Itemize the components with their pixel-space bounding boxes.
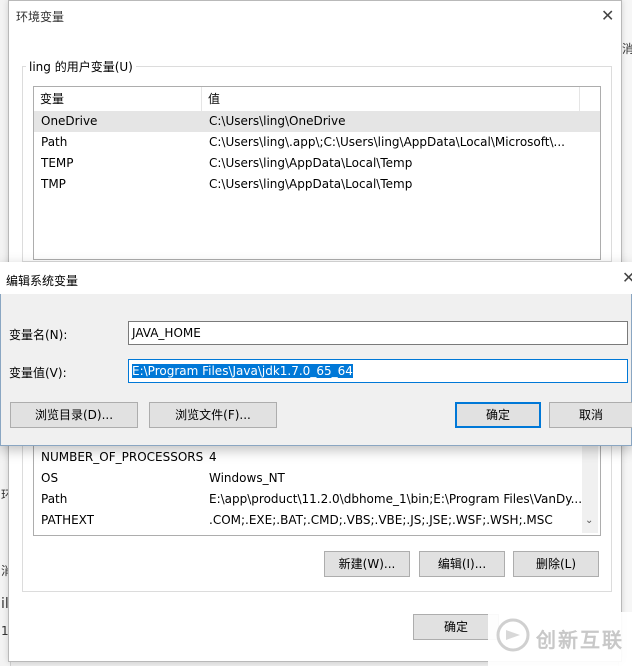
variable-name: OneDrive — [41, 114, 98, 128]
variable-value: C:\Users\ling\AppData\Local\Temp — [209, 177, 413, 191]
column-header-name[interactable]: 变量 — [34, 87, 202, 111]
edit-button[interactable]: 编辑(I)... — [419, 551, 505, 577]
variable-name: TMP — [41, 177, 66, 191]
list-item[interactable]: Path C:\Users\ling\.app\;C:\Users\ling\A… — [34, 132, 600, 153]
variable-name: TEMP — [41, 156, 74, 170]
list-header: 变量 值 — [34, 87, 600, 112]
variable-name: NUMBER_OF_PROCESSORS — [41, 450, 204, 464]
variable-name: Path — [41, 492, 68, 506]
list-item[interactable]: OS Windows_NT — [34, 468, 600, 489]
list-item[interactable]: OneDrive C:\Users\ling\OneDrive — [34, 111, 600, 132]
variable-value: E:\app\product\11.2.0\dbhome_1\bin;E:\Pr… — [209, 492, 581, 506]
variable-value: C:\Users\ling\.app\;C:\Users\ling\AppDat… — [209, 135, 565, 149]
close-icon[interactable]: ✕ — [622, 270, 632, 286]
column-header-value[interactable]: 值 — [202, 87, 580, 111]
list-item[interactable]: TEMP C:\Users\ling\AppData\Local\Temp — [34, 153, 600, 174]
user-variables-group-title: ling 的用户变量(U) — [26, 58, 136, 75]
browse-file-button[interactable]: 浏览文件(F)... — [149, 402, 277, 428]
variable-value-input[interactable]: E:\Program Files\Java\jdk1.7.0_65_64 — [128, 359, 628, 383]
list-item[interactable]: TMP C:\Users\ling\AppData\Local\Temp — [34, 174, 600, 195]
list-item[interactable]: PATHEXT .COM;.EXE;.BAT;.CMD;.VBS;.VBE;.J… — [34, 510, 600, 531]
system-variables-list[interactable]: NUMBER_OF_PROCESSORS 4 OS Windows_NT Pat… — [33, 440, 601, 536]
variable-value-label: 变量值(V): — [9, 366, 67, 380]
browse-directory-button[interactable]: 浏览目录(D)... — [10, 402, 138, 428]
variable-value: Windows_NT — [209, 471, 285, 485]
user-variables-list[interactable]: 变量 值 OneDrive C:\Users\ling\OneDrive Pat… — [33, 86, 601, 260]
variable-value: 4 — [209, 450, 217, 464]
chevron-down-icon[interactable]: ⌄ — [585, 515, 593, 526]
ok-button[interactable]: 确定 — [413, 614, 499, 640]
watermark-text: 创新互联 — [536, 628, 624, 652]
dialog-cancel-button[interactable]: 取消 — [549, 402, 632, 428]
window-title: 环境变量 — [16, 10, 65, 24]
selected-text: E:\Program Files\Java\jdk1.7.0_65_64 — [132, 364, 353, 378]
vertical-scrollbar[interactable]: ⌄ — [582, 441, 598, 533]
new-button[interactable]: 新建(W)... — [324, 551, 410, 577]
list-item[interactable]: NUMBER_OF_PROCESSORS 4 — [34, 447, 600, 468]
variable-value: .COM;.EXE;.BAT;.CMD;.VBS;.VBE;.JS;.JSE;.… — [209, 513, 553, 527]
delete-button[interactable]: 删除(L) — [513, 551, 599, 577]
variable-value: C:\Users\ling\AppData\Local\Temp — [209, 156, 413, 170]
variable-name-input[interactable]: JAVA_HOME — [128, 321, 628, 345]
variable-name: Path — [41, 135, 68, 149]
close-icon[interactable]: ✕ — [601, 8, 614, 24]
variable-name-label: 变量名(N): — [9, 328, 68, 342]
logo-icon — [496, 618, 530, 652]
dialog-title: 编辑系统变量 — [6, 274, 79, 288]
list-item[interactable]: Path E:\app\product\11.2.0\dbhome_1\bin;… — [34, 489, 600, 510]
variable-name: OS — [41, 471, 59, 485]
variable-value: C:\Users\ling\OneDrive — [209, 114, 346, 128]
dialog-title-bar — [0, 262, 632, 294]
dialog-ok-button[interactable]: 确定 — [455, 402, 541, 428]
variable-name: PATHEXT — [41, 513, 95, 527]
background-fragment: 消 — [622, 42, 632, 56]
